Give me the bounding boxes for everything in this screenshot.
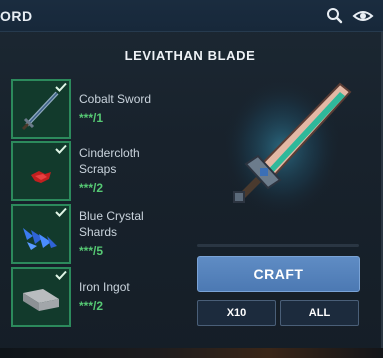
ingredient-slot-cindercloth-scraps[interactable] [11,141,71,201]
check-icon [55,144,67,154]
ingredient-name: Blue Crystal [79,209,144,223]
check-icon [55,82,67,92]
leviathan-blade-preview [222,78,352,218]
ingredient-name: Iron Ingot [79,280,130,294]
bottom-strip [0,348,383,358]
craft-all-button[interactable]: ALL [280,300,359,326]
recipe-title: LEVIATHAN BLADE [124,48,256,63]
ingredient-count: ***/5 [79,244,104,258]
ingredient-name-line2: Scraps [79,162,117,176]
check-icon [55,270,67,280]
title-bar: ORD [0,0,383,32]
ingredient-slot-cobalt-sword[interactable] [11,79,71,139]
ingredient-name-line2: Shards [79,225,118,239]
ingredient-count: ***/1 [79,111,104,125]
ingredient-count: ***/2 [79,181,104,195]
ingredient-count: ***/2 [79,299,104,313]
crafting-panel: ORD LEVIATHAN BLADE Cobalt Sword ***/1 C… [0,0,383,358]
ingredient-name: Cindercloth [79,146,140,160]
ingredient-name: Cobalt Sword [79,92,152,106]
divider [197,244,359,247]
check-icon [55,207,67,217]
search-icon[interactable] [325,6,345,26]
ingredient-slot-iron-ingot[interactable] [11,267,71,327]
craft-x10-button[interactable]: X10 [197,300,276,326]
window-title: ORD [0,8,33,24]
ingredient-slot-blue-crystal-shards[interactable] [11,204,71,264]
eye-icon[interactable] [352,6,374,26]
craft-button[interactable]: CRAFT [197,256,360,292]
